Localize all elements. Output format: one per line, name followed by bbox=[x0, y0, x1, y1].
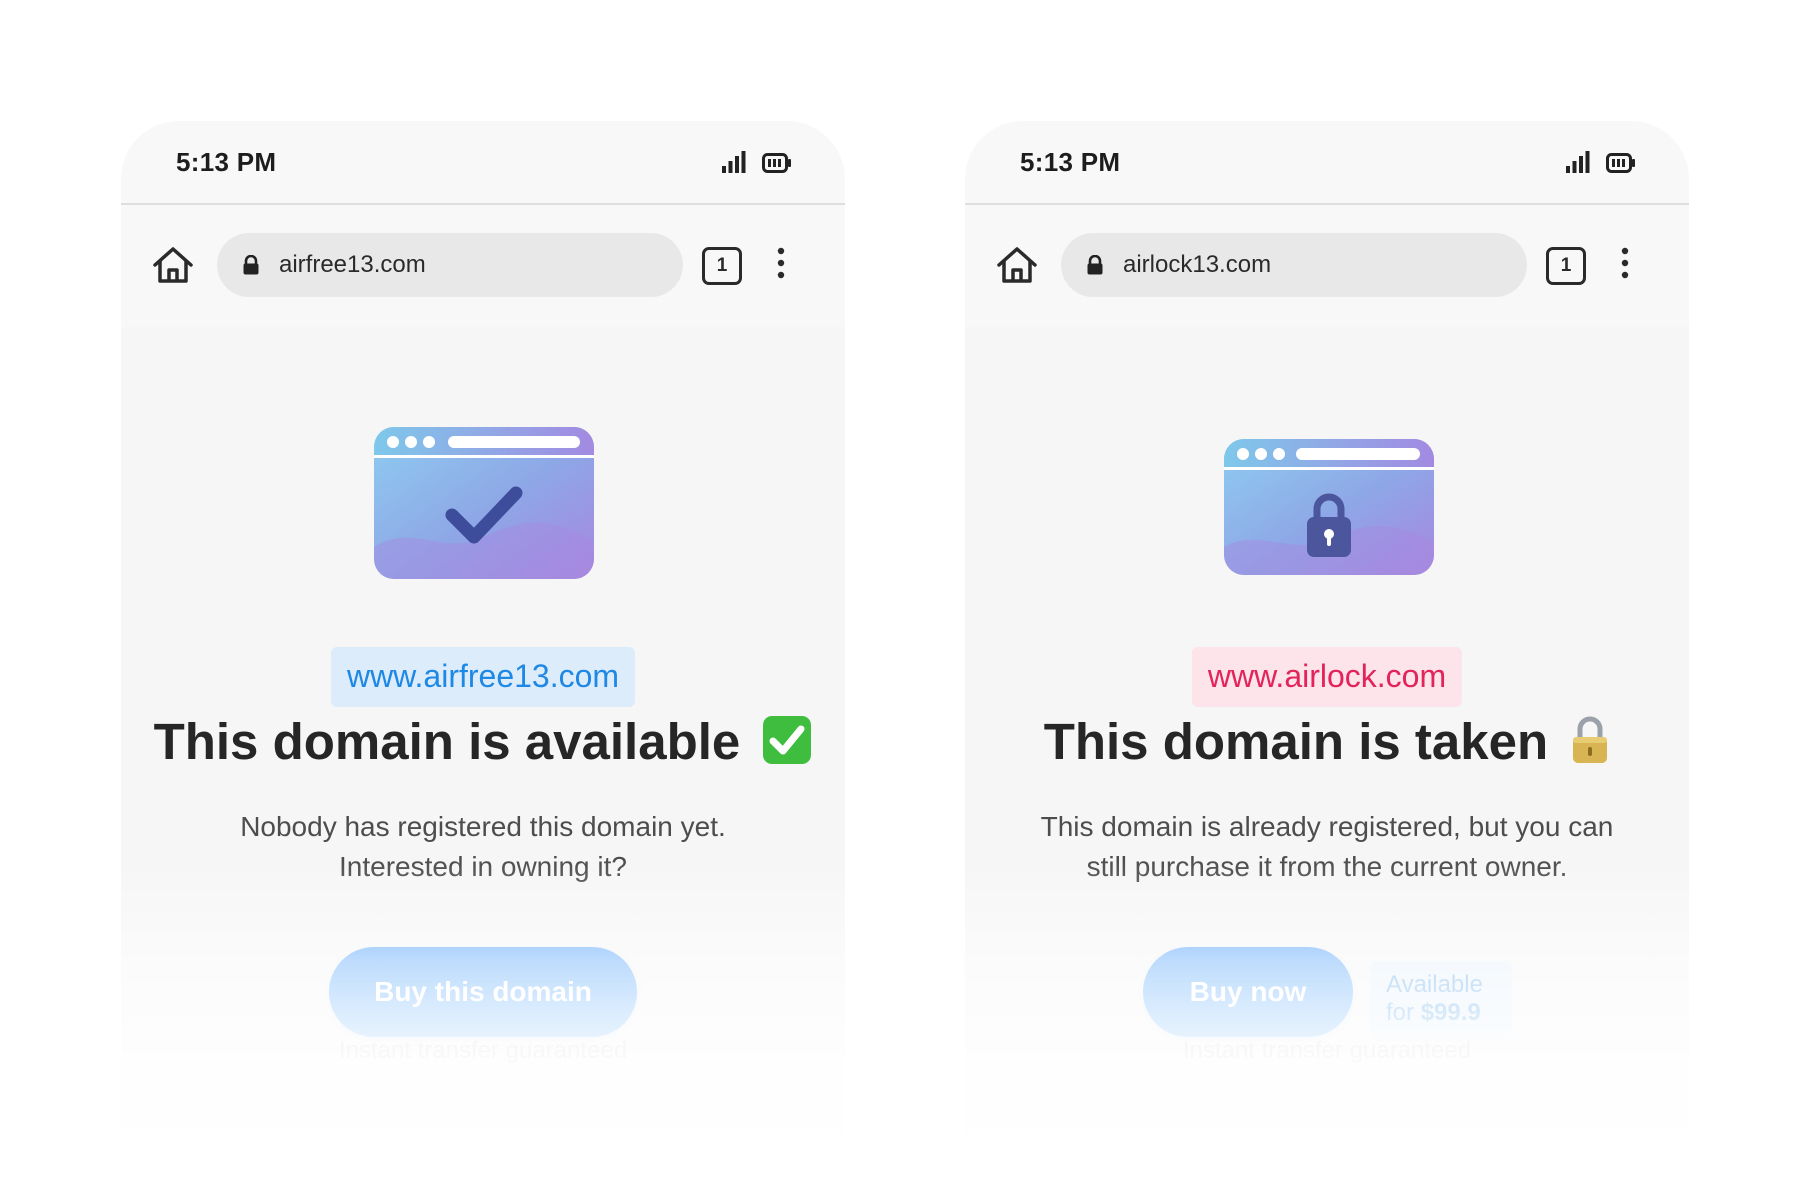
browser-window-check-icon bbox=[374, 427, 594, 584]
lock-icon bbox=[242, 254, 260, 280]
headline: This domain is taken bbox=[965, 712, 1689, 777]
transfer-note: Instant transfer guaranteed bbox=[1182, 1037, 1472, 1064]
headline-text: This domain is taken bbox=[1043, 713, 1549, 770]
buy-domain-button[interactable]: Buy this domain bbox=[329, 947, 637, 1037]
price-label: Available bbox=[1386, 971, 1483, 998]
url-text: airfree13.com bbox=[279, 251, 426, 278]
address-bar[interactable]: airlock13.com bbox=[1061, 233, 1527, 297]
price-badge: Available for $99.9 bbox=[1370, 961, 1512, 1041]
status-bar: 5:13 PM bbox=[965, 121, 1689, 203]
page-content: www.airfree13.com This domain is availab… bbox=[121, 327, 845, 1200]
green-checkmark-icon bbox=[762, 715, 812, 777]
browser-window-padlock-icon bbox=[1224, 439, 1434, 580]
subtitle-line: still purchase it from the current owner… bbox=[1086, 851, 1568, 882]
price-for: for bbox=[1386, 999, 1415, 1026]
signal-icon bbox=[1566, 151, 1590, 178]
subtitle: Nobody has registered this domain yet. I… bbox=[161, 807, 805, 887]
page-content: www.airlock.com This domain is taken Thi… bbox=[965, 327, 1689, 1200]
home-icon[interactable] bbox=[151, 245, 195, 290]
buy-now-button[interactable]: Buy now bbox=[1143, 947, 1353, 1037]
domain-badge: www.airlock.com bbox=[1191, 647, 1463, 707]
subtitle-line: Nobody has registered this domain yet. bbox=[240, 811, 726, 842]
address-bar[interactable]: airfree13.com bbox=[217, 233, 683, 297]
domain-badge: www.airfree13.com bbox=[330, 647, 636, 707]
subtitle-line: This domain is already registered, but y… bbox=[1040, 811, 1614, 842]
phone-taken: 5:13 PM airlock13.com 1 www.airlock.com … bbox=[965, 121, 1689, 1200]
status-time: 5:13 PM bbox=[1020, 147, 1121, 177]
status-bar: 5:13 PM bbox=[121, 121, 845, 203]
price-value: $99.9 bbox=[1420, 999, 1481, 1026]
transfer-note: Instant transfer guaranteed bbox=[338, 1037, 628, 1064]
more-vert-icon[interactable] bbox=[1620, 247, 1630, 284]
home-icon[interactable] bbox=[995, 245, 1039, 290]
url-text: airlock13.com bbox=[1123, 251, 1272, 278]
phone-available: 5:13 PM airfree13.com 1 www.airfree13.co… bbox=[121, 121, 845, 1200]
more-vert-icon[interactable] bbox=[776, 247, 786, 284]
subtitle-line: Interested in owning it? bbox=[339, 851, 627, 882]
other-domains-heading: Other domain names bbox=[997, 1149, 1296, 1182]
status-time: 5:13 PM bbox=[176, 147, 277, 177]
subtitle: This domain is already registered, but y… bbox=[1005, 807, 1649, 887]
headline: This domain is available bbox=[121, 712, 845, 777]
headline-text: This domain is available bbox=[153, 713, 741, 770]
battery-icon bbox=[762, 153, 792, 178]
battery-icon bbox=[1606, 153, 1636, 178]
other-domains-heading: Other domain names bbox=[153, 1149, 452, 1182]
lock-icon bbox=[1086, 254, 1104, 280]
price-line: for $99.9 bbox=[1386, 999, 1496, 1027]
padlock-emoji-icon bbox=[1570, 715, 1610, 777]
tabs-button[interactable]: 1 bbox=[1546, 247, 1586, 285]
signal-icon bbox=[722, 151, 746, 178]
browser-toolbar: airfree13.com 1 bbox=[121, 205, 845, 327]
browser-toolbar: airlock13.com 1 bbox=[965, 205, 1689, 327]
tabs-button[interactable]: 1 bbox=[702, 247, 742, 285]
